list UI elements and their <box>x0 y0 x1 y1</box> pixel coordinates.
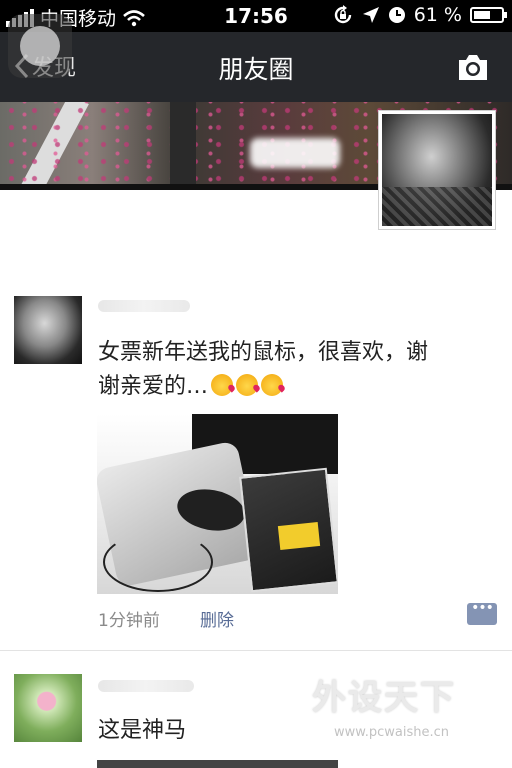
watermark-url: www.pcwaishe.cn <box>334 725 449 740</box>
camera-icon[interactable] <box>456 52 490 82</box>
status-right: 61 % <box>332 4 507 26</box>
comment-button[interactable] <box>467 600 497 625</box>
post-author-blurred[interactable] <box>98 300 190 312</box>
assistive-touch-button[interactable] <box>8 14 72 78</box>
photo-magazine-cover <box>277 521 321 551</box>
user-name-blurred <box>250 138 340 168</box>
kiss-emoji-icon <box>211 374 234 396</box>
post-text-line: 女票新年送我的鼠标，很喜欢，谢 <box>98 340 429 365</box>
nav-bar: 发现 朋友圈 <box>0 32 512 102</box>
profile-avatar-image <box>382 114 492 226</box>
post-text-line: 谢亲爱的… <box>98 374 209 399</box>
battery-fill <box>474 11 490 19</box>
watermark: 外设天下 www.pcwaishe.cn <box>312 670 502 740</box>
battery-icon <box>470 7 507 23</box>
profile-avatar[interactable] <box>378 110 496 230</box>
status-bar: 中国移动 17:56 61 % <box>0 0 512 32</box>
post-photo[interactable] <box>97 760 338 768</box>
post-text-line-2: 谢亲爱的… <box>98 370 428 404</box>
post-avatar[interactable] <box>14 674 82 742</box>
delete-link[interactable]: 删除 <box>200 606 234 631</box>
kiss-emoji-icon <box>261 374 284 396</box>
post-text: 女票新年送我的鼠标，很喜欢，谢 谢亲爱的… <box>98 336 428 404</box>
post-divider <box>0 650 512 651</box>
location-arrow-icon <box>362 7 379 23</box>
photo-cable <box>103 532 213 592</box>
kiss-emoji-icon <box>236 374 259 396</box>
watermark-logo: 外设天下 <box>312 678 456 718</box>
alarm-clock-icon <box>388 7 405 23</box>
post-avatar[interactable] <box>14 296 82 364</box>
cover-pole <box>170 102 196 190</box>
post-text: 这是神马 <box>98 718 187 743</box>
page-title: 朋友圈 <box>218 55 294 84</box>
post-author-blurred[interactable] <box>98 680 194 692</box>
battery-percent: 61 % <box>413 4 462 26</box>
post-photo[interactable] <box>97 414 338 594</box>
rotation-lock-icon <box>334 5 351 24</box>
post-timestamp: 1分钟前 <box>98 611 160 631</box>
